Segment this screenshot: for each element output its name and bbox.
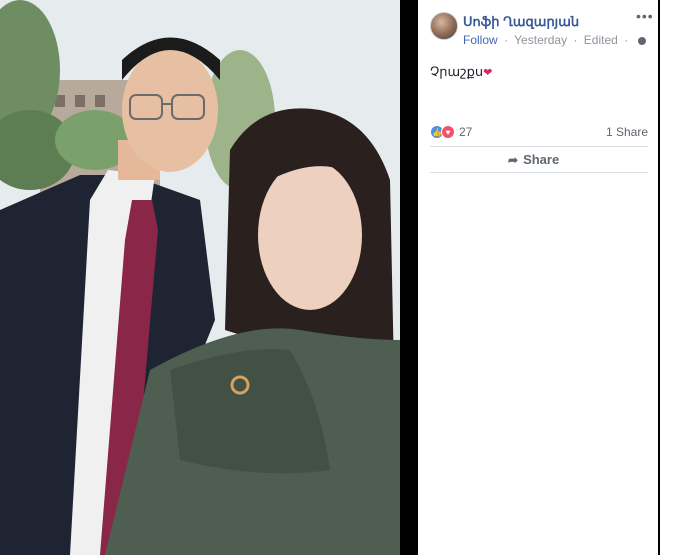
post-timestamp[interactable]: Yesterday (514, 33, 567, 47)
share-button[interactable]: ➦ Share (508, 152, 559, 167)
meta-separator: · (504, 33, 509, 47)
love-reaction-icon: ♥ (441, 125, 455, 139)
author-name-link[interactable]: Սոֆի Ղազարյան (463, 14, 579, 30)
divider (430, 146, 648, 147)
avatar[interactable] (430, 12, 458, 40)
meta-separator: · (624, 33, 629, 47)
post-text-content: Չրաշքս (430, 64, 484, 79)
share-arrow-icon: ➦ (508, 152, 519, 167)
meta-separator: · (573, 33, 578, 47)
post-meta: Follow · Yesterday · Edited · (463, 33, 646, 47)
more-options-icon[interactable]: ••• (636, 9, 654, 23)
divider (430, 172, 648, 173)
photo-viewer-divider (400, 0, 418, 555)
follow-link[interactable]: Follow (463, 33, 498, 47)
post-text: Չրաշքս❤ (430, 64, 492, 80)
page-background (660, 0, 687, 555)
share-button-label: Share (523, 152, 560, 167)
heart-emoji-icon: ❤ (483, 67, 493, 79)
post-details-panel: Սոֆի Ղազարյան ••• Follow · Yesterday · E… (418, 0, 658, 555)
edited-label[interactable]: Edited (584, 33, 618, 47)
share-count[interactable]: 1 Share (606, 125, 648, 139)
photo-illustration (0, 0, 400, 555)
reactions-summary[interactable]: 👍 ♥ 27 (430, 124, 472, 140)
post-photo[interactable] (0, 0, 400, 555)
reaction-count: 27 (459, 125, 473, 139)
globe-icon[interactable] (637, 36, 646, 45)
